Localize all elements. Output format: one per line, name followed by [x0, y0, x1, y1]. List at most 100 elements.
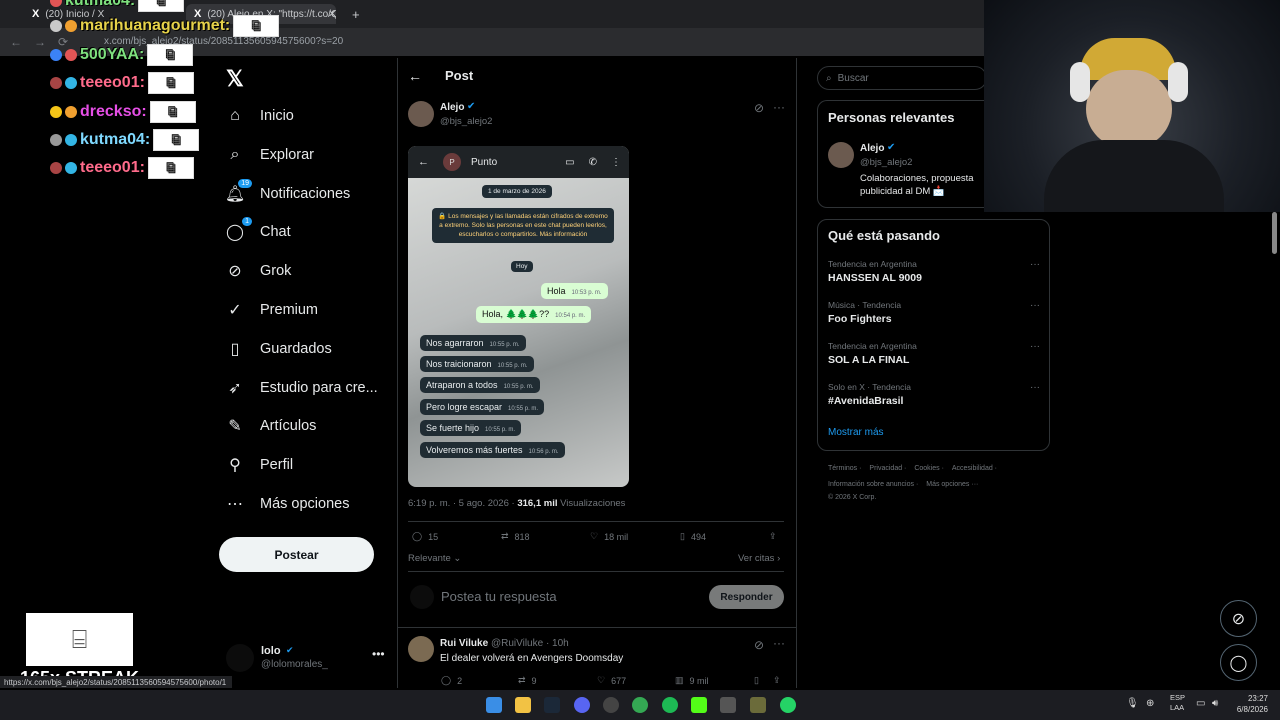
nav-item-home[interactable]: ⌂ Inicio — [226, 100, 294, 132]
share-button[interactable]: ⇪ — [773, 675, 781, 686]
chat-badge-icon — [50, 49, 62, 61]
app-icon[interactable] — [750, 697, 766, 713]
contact-name: Punto — [471, 156, 498, 168]
nav-item-chat[interactable]: ◯ 1 Chat — [226, 216, 291, 248]
like-button[interactable]: ♡ 18 mil — [590, 531, 628, 542]
close-tab-icon[interactable]: ✕ — [320, 4, 344, 24]
spotify-icon[interactable] — [662, 697, 678, 713]
volume-icon[interactable]: 🔊︎ — [1212, 698, 1218, 709]
trend-item[interactable]: Música · Tendencia Foo Fighters ··· — [828, 300, 1040, 325]
tweet-image[interactable]: ← P Punto ▭ ✆ ⋮ 1 de marzo de 2026 🔒 Los… — [408, 146, 629, 487]
more-dots-icon[interactable]: ··· — [773, 636, 785, 650]
chat-badge-icon — [65, 49, 77, 61]
views-button[interactable]: ▥ 9 mil — [675, 675, 709, 686]
obs-icon[interactable] — [603, 697, 619, 713]
today-chip: Hoy — [511, 261, 533, 272]
contact-avatar: P — [443, 153, 461, 171]
repost-icon: ⇄ — [501, 531, 509, 541]
avatar[interactable] — [828, 142, 854, 168]
view-quotes-link[interactable]: Ver citas › — [738, 553, 780, 564]
sort-dropdown[interactable]: Relevante ⌄ — [408, 553, 461, 564]
repost-button[interactable]: ⇄ 818 — [501, 531, 530, 542]
chat-badge-icon — [65, 162, 77, 174]
chat-badge-icon — [65, 20, 77, 32]
x-logo-icon[interactable]: 𝕏 — [226, 66, 244, 92]
nav-item-explore[interactable]: ⌕ Explorar — [226, 139, 314, 171]
chevron-right-icon: › — [774, 553, 781, 564]
avatar — [410, 585, 434, 609]
clock[interactable]: 23:27 6/8/2026 — [1234, 693, 1268, 715]
network-icon[interactable]: ⊕ — [1146, 698, 1154, 709]
reply-submit-button[interactable]: Responder — [709, 585, 784, 609]
repost-button[interactable]: ⇄ 9 — [518, 675, 537, 686]
back-arrow-icon[interactable]: ← — [408, 68, 422, 84]
discord-icon[interactable] — [574, 697, 590, 713]
grok-icon[interactable]: ⊘ — [754, 101, 764, 115]
grok-icon[interactable]: ⊘ — [754, 638, 764, 652]
more-dots-icon[interactable]: ··· — [1030, 300, 1040, 311]
display-icon[interactable]: ▭ — [1196, 698, 1205, 709]
nav-item-bookmarks[interactable]: ▯ Guardados — [226, 333, 332, 365]
folder-icon[interactable] — [515, 697, 531, 713]
reply-button[interactable]: ◯ 15 — [412, 531, 438, 542]
like-button[interactable]: ♡ 677 — [597, 675, 626, 686]
article-icon: ✎ — [228, 418, 242, 435]
more-dots-icon[interactable]: ··· — [773, 100, 785, 114]
steam-icon[interactable] — [544, 697, 560, 713]
more-dots-icon[interactable]: ··· — [1030, 382, 1040, 393]
chat-line: teeeo01: ⌸ — [50, 157, 194, 179]
nav-item-notifications[interactable]: 🔔︎ 19 Notificaciones — [225, 178, 350, 210]
more-dots-icon[interactable]: ··· — [1030, 341, 1040, 352]
nav-item-premium[interactable]: ✓ Premium — [226, 294, 318, 326]
more-dots-icon[interactable]: ··· — [1030, 259, 1040, 270]
author-name[interactable]: Alejo — [440, 102, 464, 113]
trend-item[interactable]: Tendencia en Argentina HANSSEN AL 9009 ·… — [828, 259, 1040, 284]
relevant-person-name[interactable]: Alejo — [860, 143, 884, 154]
trend-item[interactable]: Tendencia en Argentina SOL A LA FINAL ··… — [828, 341, 1040, 366]
nav-item-articles[interactable]: ✎ Artículos — [226, 410, 316, 442]
avatar[interactable] — [408, 101, 434, 127]
bookmark-button[interactable]: ▯ — [754, 675, 759, 686]
reply-icon: ◯ — [441, 675, 452, 685]
browser-icon[interactable] — [720, 697, 736, 713]
message-in: Pero logre escapar 10:55 p. m. — [420, 399, 545, 415]
nav-item-grok[interactable]: ⊘ Grok — [226, 255, 291, 287]
scrollbar[interactable] — [1272, 212, 1277, 254]
chat-line: drecksо: ⌸ — [50, 101, 196, 123]
kick-icon[interactable] — [691, 697, 707, 713]
nav-item-profile[interactable]: ⚲ Perfil — [226, 449, 293, 481]
forward-arrow-icon[interactable]: → — [34, 35, 46, 49]
status-url: https://x.com/bjs_alejo2/status/20851135… — [0, 676, 232, 688]
mic-icon[interactable]: 🎙︎ — [1126, 698, 1139, 709]
relevant-person-handle[interactable]: @bjs_alejo2 — [860, 157, 912, 168]
account-switcher[interactable]: lolo ✔ @lolomorales_ ••• — [226, 642, 396, 674]
relevant-person-bio: Colaboraciones, propuesta publicidad al … — [860, 173, 974, 197]
chat-bubble-icon: ◯ 1 — [226, 217, 252, 241]
more-circle-icon: ⋯ — [227, 496, 243, 513]
reply-input[interactable]: Postea tu respuesta — [441, 589, 557, 604]
post-button[interactable]: Postear — [219, 537, 374, 572]
chat-line: kutma04: ⌸ — [50, 0, 185, 12]
taskbar: 🎙︎ ⊕ ESP LAA ▭ 🔊︎ 23:27 6/8/2026 — [0, 690, 1280, 720]
back-arrow-icon[interactable]: ← — [10, 35, 22, 49]
grok-fab[interactable]: ⊘ — [1220, 600, 1257, 637]
reply-button[interactable]: ◯ 2 — [441, 675, 462, 686]
messages-fab[interactable]: ◯ — [1220, 644, 1257, 681]
message-in: Volveremos más fuertes 10:56 p. m. — [420, 442, 565, 458]
chrome-icon[interactable] — [632, 697, 648, 713]
author-handle[interactable]: @bjs_alejo2 — [440, 116, 492, 127]
new-tab-icon[interactable]: + — [344, 4, 368, 24]
windows-start-icon[interactable] — [486, 697, 502, 713]
trend-item[interactable]: Solo en X · Tendencia #AvenidaBrasil ··· — [828, 382, 1040, 407]
rocket-icon: ➶ — [228, 380, 242, 397]
share-button[interactable]: ⇪ — [769, 531, 777, 542]
show-more-link[interactable]: Mostrar más — [828, 427, 884, 438]
nav-item-creator-studio[interactable]: ➶ Estudio para cre... — [226, 372, 377, 404]
nav-item-more[interactable]: ⋯ Más opciones — [226, 488, 349, 520]
language-indicator[interactable]: ESP LAA — [1170, 693, 1185, 713]
verified-badge-icon: ✔ — [286, 645, 294, 655]
whatsapp-icon[interactable] — [780, 697, 796, 713]
search-input[interactable]: ⌕ Buscar — [817, 66, 987, 90]
bookmark-button[interactable]: ▯ 494 — [680, 531, 706, 542]
avatar[interactable] — [408, 636, 434, 662]
